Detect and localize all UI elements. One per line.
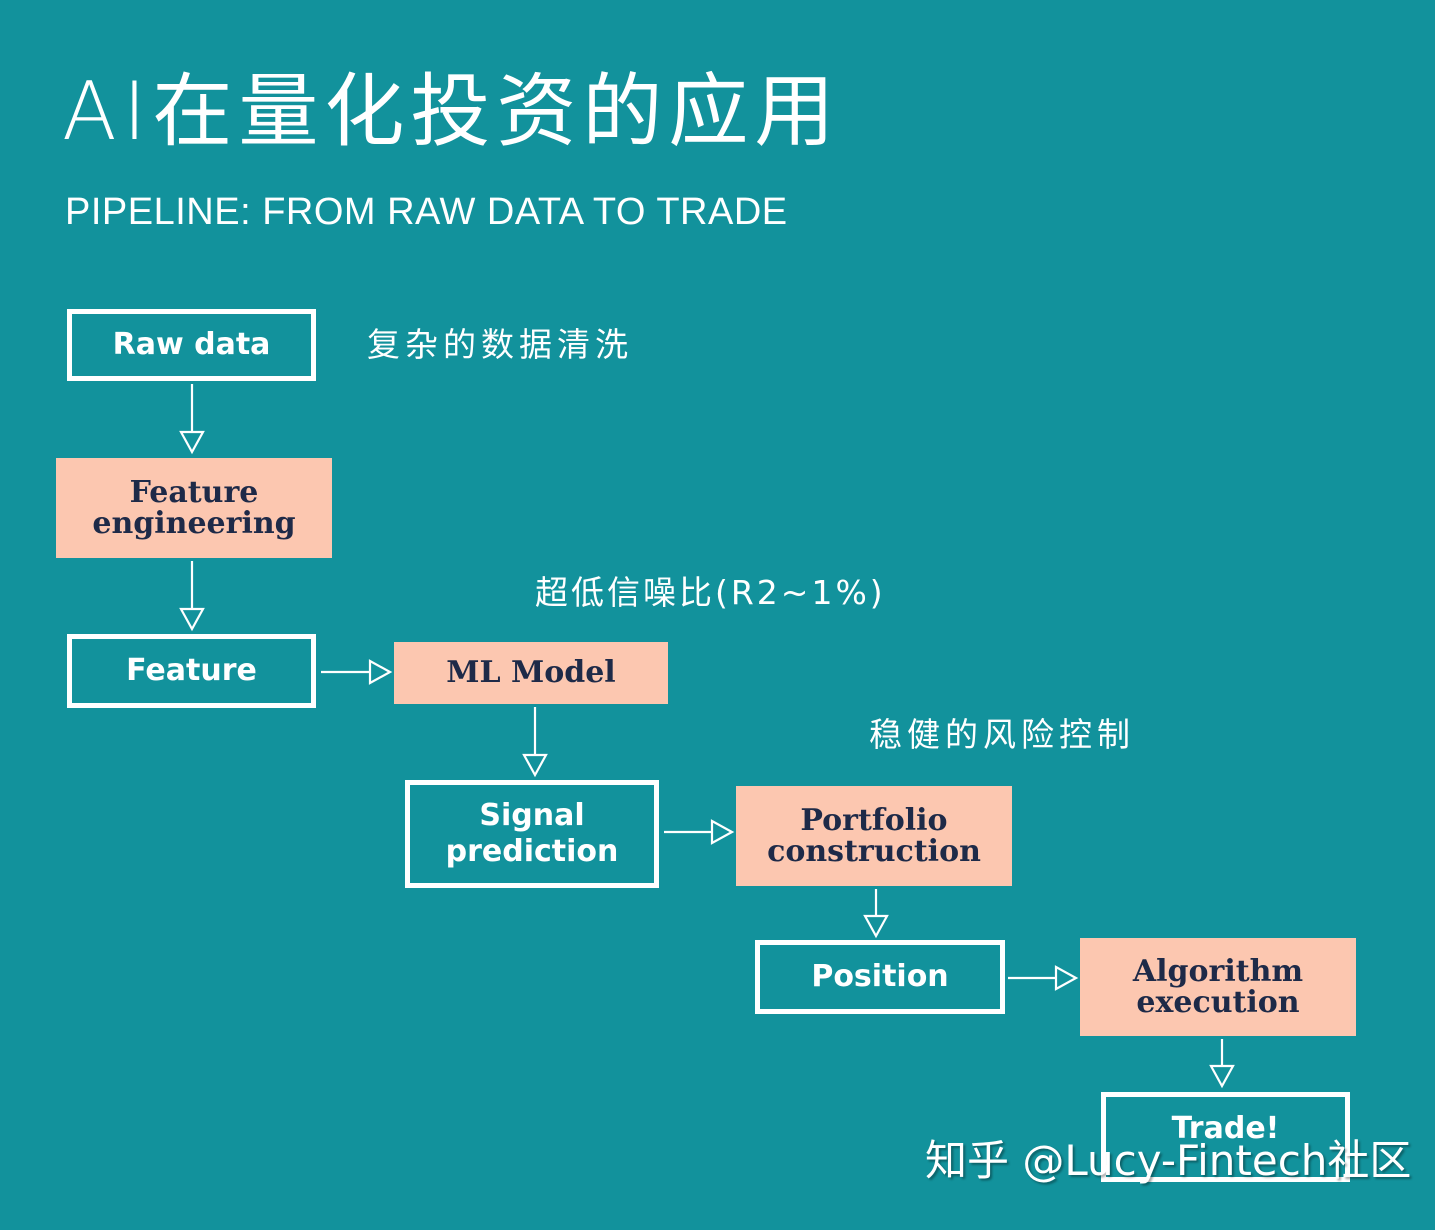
node-raw-data: Raw data [67,309,316,381]
node-label: Feature [126,653,257,688]
arrowhead-down-icon [1209,1064,1235,1089]
annotation-low-snr: 超低信噪比(R2~1%) [535,573,886,612]
edge-portfolio-construction-to-position [863,889,889,939]
node-signal-prediction: Signal prediction [405,780,659,888]
watermark: 知乎 @Lucy-Fintech社区 [925,1136,1412,1185]
arrowhead-down-icon [179,607,205,632]
node-label: Position [811,959,949,994]
arrowhead-down-icon [522,753,548,778]
edge-feature-to-ml-model [321,659,393,685]
node-portfolio-construction: Portfolio construction [736,786,1012,886]
edge-feature-engineering-to-feature [179,561,205,632]
edge-position-to-algorithm-execution [1008,965,1079,991]
edge-raw-data-to-feature-engineering [179,384,205,455]
annotation-risk-control: 稳健的风险控制 [869,715,1135,754]
node-label: Feature engineering [92,474,296,541]
node-label: Algorithm execution [1132,953,1304,1020]
node-label: Portfolio construction [767,802,981,869]
arrowhead-down-icon [179,430,205,455]
node-feature-engineering: Feature engineering [56,458,332,558]
page-subtitle: PIPELINE: FROM RAW DATA TO TRADE [65,191,788,233]
node-algorithm-execution: Algorithm execution [1080,938,1356,1036]
node-position: Position [755,940,1005,1014]
edges-layer [179,384,1235,1089]
edge-signal-prediction-to-portfolio-construction [664,819,735,845]
node-ml-model: ML Model [394,642,668,704]
node-label: Raw data [112,327,271,362]
annotation-data-cleaning: 复杂的数据清洗 [367,325,633,364]
edge-algorithm-execution-to-trade [1209,1039,1235,1089]
page-title: AI在量化投资的应用 [62,65,841,158]
arrowhead-right-icon [1054,965,1079,991]
arrowhead-right-icon [368,659,393,685]
edge-ml-model-to-signal-prediction [522,707,548,778]
node-label: ML Model [446,655,616,691]
node-feature: Feature [67,634,316,708]
arrowhead-right-icon [710,819,735,845]
node-label: Signal prediction [445,798,619,869]
arrowhead-down-icon [863,914,889,939]
